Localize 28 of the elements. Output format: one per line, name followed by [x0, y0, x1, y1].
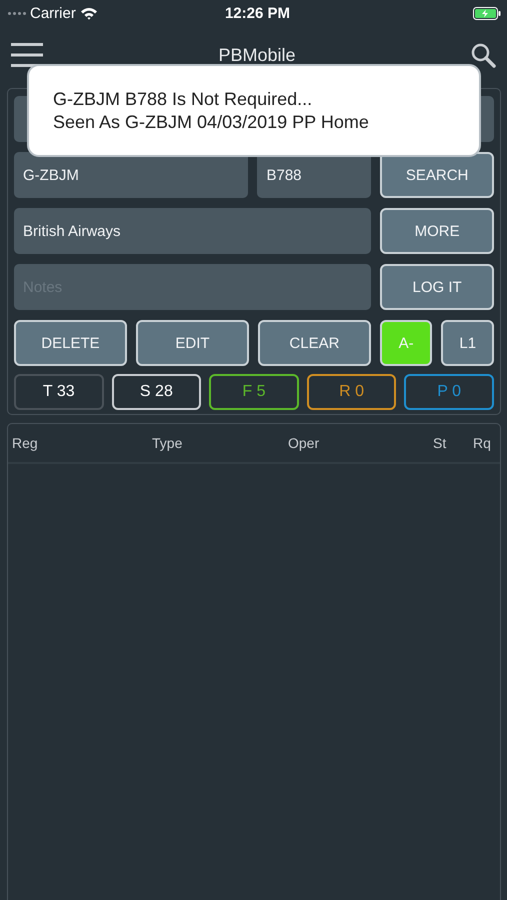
column-header[interactable]: Oper: [288, 435, 433, 451]
delete-button[interactable]: DELETE: [14, 320, 127, 366]
counter-button[interactable]: P 0: [404, 374, 494, 410]
menu-icon[interactable]: [11, 42, 43, 68]
log-button[interactable]: LOG IT: [380, 264, 494, 310]
registration-field[interactable]: G-ZBJM: [14, 152, 248, 198]
edit-button[interactable]: EDIT: [136, 320, 249, 366]
toggle-button[interactable]: L1: [441, 320, 494, 366]
app-title: PBMobile: [218, 44, 296, 66]
alert-message: G-ZBJM B788 Is Not Required... Seen As G-ZBJM 04/03/2019 PP Home: [53, 88, 369, 134]
counter-button[interactable]: S 28: [112, 374, 202, 410]
battery-icon: [472, 6, 501, 20]
clear-button[interactable]: CLEAR: [258, 320, 371, 366]
counter-button[interactable]: R 0: [306, 374, 396, 410]
column-header[interactable]: Type: [152, 435, 288, 451]
carrier-name: Carrier: [30, 4, 76, 22]
search-icon[interactable]: [470, 42, 496, 68]
column-header[interactable]: St: [433, 435, 473, 451]
search-button[interactable]: SEARCH: [380, 152, 494, 198]
counter-button[interactable]: T 33: [14, 374, 104, 410]
signal-icon: [8, 12, 26, 14]
wifi-icon: [80, 6, 98, 20]
column-header[interactable]: Rq: [473, 435, 493, 451]
column-header[interactable]: Reg: [12, 435, 152, 451]
status-time: 12:26 PM: [224, 4, 290, 22]
counter-button[interactable]: F 5: [209, 374, 299, 410]
more-button[interactable]: MORE: [380, 208, 494, 254]
operator-field[interactable]: British Airways: [14, 208, 372, 254]
